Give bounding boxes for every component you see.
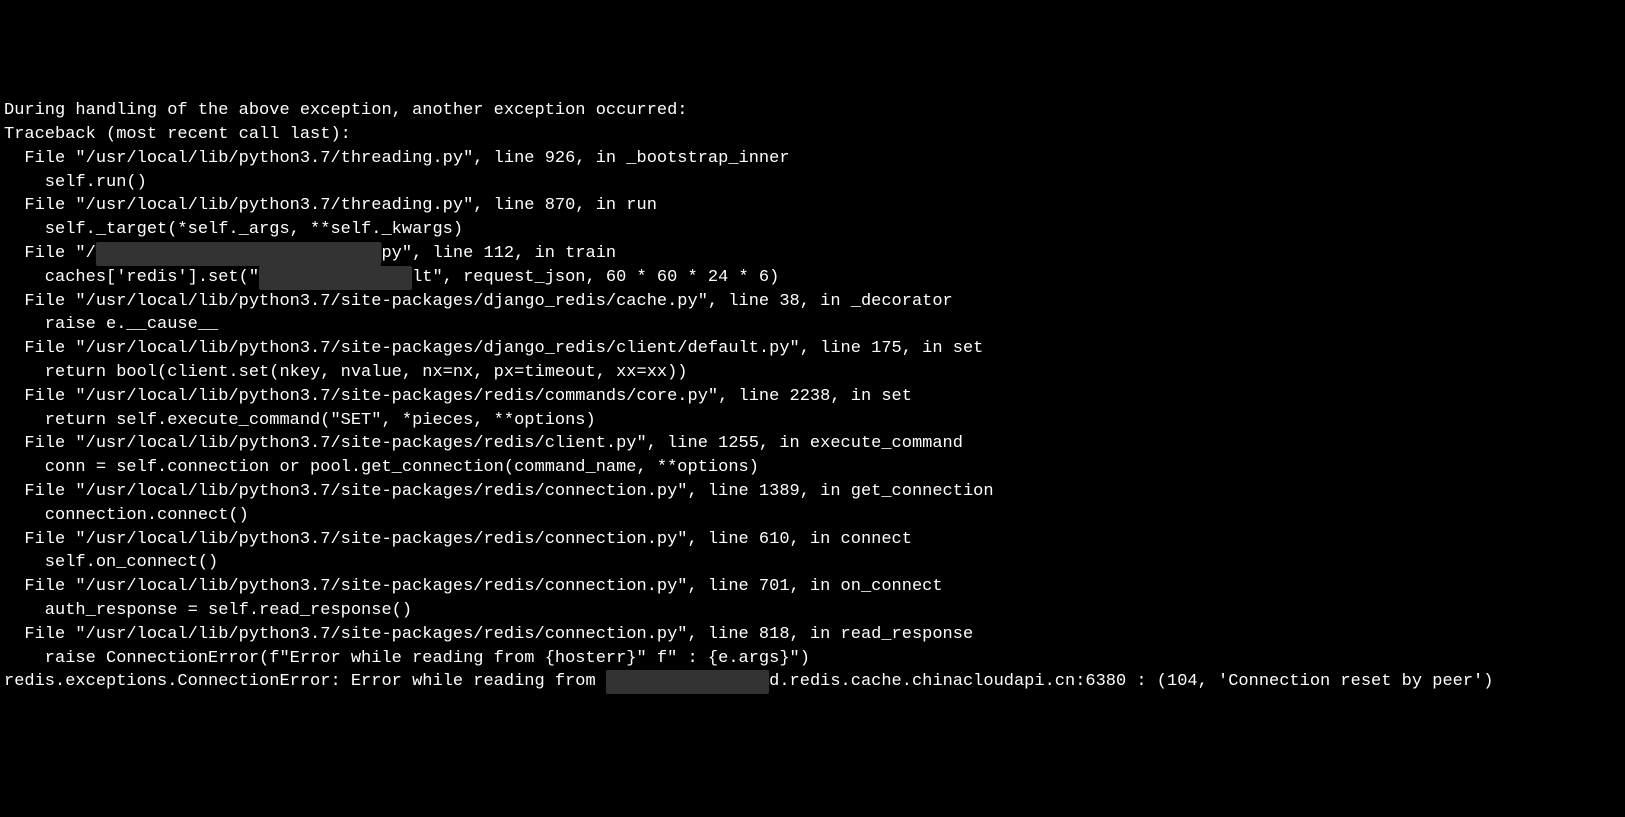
- traceback-code-line: self.run(): [4, 171, 1621, 195]
- traceback-file-line: File "/usr/local/lib/python3.7/site-pack…: [4, 337, 1621, 361]
- traceback-code-line: connection.connect(): [4, 504, 1621, 528]
- traceback-file-line: File "/usr/local/lib/python3.7/site-pack…: [4, 290, 1621, 314]
- error-suffix: d.redis.cache.chinacloudapi.cn:6380 : (1…: [769, 672, 1493, 691]
- traceback-file-line: File "/usr/local/lib/python3.7/site-pack…: [4, 575, 1621, 599]
- traceback-file-line-redacted: File "/████████████████████████████py", …: [4, 242, 1621, 266]
- redacted-text: ████████████████████████████: [96, 242, 382, 266]
- code-suffix: lt", request_json, 60 * 60 * 24 * 6): [412, 268, 779, 287]
- traceback-file-line: File "/usr/local/lib/python3.7/site-pack…: [4, 432, 1621, 456]
- traceback-code-line: self._target(*self._args, **self._kwargs…: [4, 218, 1621, 242]
- traceback-file-line: File "/usr/local/lib/python3.7/site-pack…: [4, 528, 1621, 552]
- file-prefix: File "/: [4, 244, 96, 263]
- code-prefix: caches['redis'].set(": [4, 268, 259, 287]
- traceback-code-line: raise ConnectionError(f"Error while read…: [4, 647, 1621, 671]
- exception-header: During handling of the above exception, …: [4, 99, 1621, 123]
- file-suffix: py", line 112, in train: [381, 244, 616, 263]
- traceback-code-line-redacted: caches['redis'].set("███████████████lt",…: [4, 266, 1621, 290]
- terminal-output[interactable]: During handling of the above exception, …: [4, 99, 1621, 694]
- traceback-code-line: auth_response = self.read_response(): [4, 599, 1621, 623]
- traceback-file-line: File "/usr/local/lib/python3.7/site-pack…: [4, 385, 1621, 409]
- traceback-header: Traceback (most recent call last):: [4, 123, 1621, 147]
- traceback-file-line: File "/usr/local/lib/python3.7/site-pack…: [4, 480, 1621, 504]
- redacted-text: ████████████████: [606, 670, 769, 694]
- traceback-code-line: raise e.__cause__: [4, 313, 1621, 337]
- traceback-code-line: return bool(client.set(nkey, nvalue, nx=…: [4, 361, 1621, 385]
- error-line: redis.exceptions.ConnectionError: Error …: [4, 670, 1621, 694]
- traceback-code-line: return self.execute_command("SET", *piec…: [4, 409, 1621, 433]
- traceback-file-line: File "/usr/local/lib/python3.7/threading…: [4, 194, 1621, 218]
- traceback-file-line: File "/usr/local/lib/python3.7/threading…: [4, 147, 1621, 171]
- traceback-file-line: File "/usr/local/lib/python3.7/site-pack…: [4, 623, 1621, 647]
- error-prefix: redis.exceptions.ConnectionError: Error …: [4, 672, 606, 691]
- traceback-code-line: conn = self.connection or pool.get_conne…: [4, 456, 1621, 480]
- redacted-text: ███████████████: [259, 266, 412, 290]
- traceback-code-line: self.on_connect(): [4, 551, 1621, 575]
